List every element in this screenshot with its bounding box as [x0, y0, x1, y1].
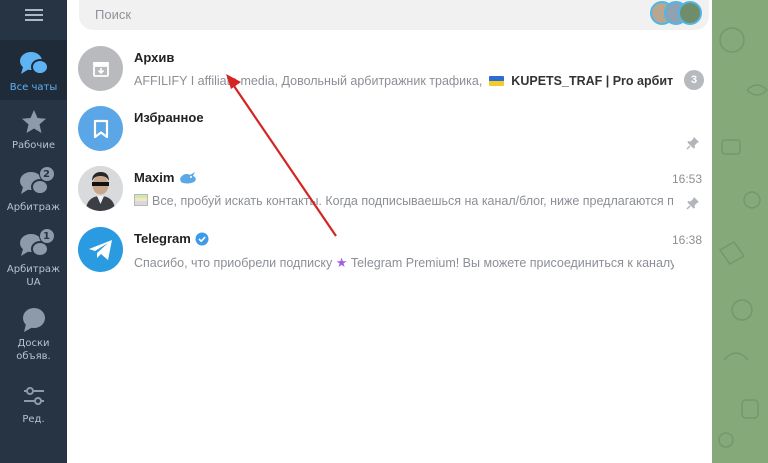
chat-time: 16:38	[671, 233, 702, 247]
folder-label: Ред.	[22, 414, 45, 425]
search-input[interactable]: Поиск	[79, 0, 709, 30]
chat-name: Telegram	[134, 231, 209, 246]
ukraine-flag-icon	[488, 76, 504, 86]
chat-telegram[interactable]: Telegram 16:38 Спасибо, что приобрели по…	[67, 221, 712, 281]
image-thumbnail-icon	[134, 194, 148, 206]
unread-badge: 1	[38, 228, 55, 244]
search-placeholder: Поиск	[95, 7, 132, 22]
story-avatar[interactable]	[678, 1, 702, 25]
pin-icon	[686, 196, 700, 210]
archive-avatar	[78, 46, 123, 91]
bookmark-icon	[93, 119, 108, 138]
verified-icon	[195, 232, 209, 245]
chat-name: Maxim	[134, 170, 198, 185]
folder-label: Рабочие	[11, 140, 55, 151]
folder-label: Доски объяв.	[16, 338, 51, 362]
chat-time: 16:53	[671, 172, 702, 186]
chat-list-panel: Поиск Архив AFFILIFY I affiliate media, …	[67, 0, 712, 463]
premium-star-icon: ★	[335, 255, 348, 270]
chat-preview-part: Telegram Premium! Вы можете присоединить…	[350, 256, 674, 270]
chat-archive[interactable]: Архив AFFILIFY I affiliate media, Доволь…	[67, 40, 712, 100]
chat-bubble-icon	[19, 306, 49, 334]
menu-button[interactable]	[0, 0, 67, 30]
chat-name: Избранное	[134, 110, 204, 125]
chat-name: Архив	[134, 50, 175, 65]
premium-bird-icon	[180, 171, 197, 183]
archive-icon	[92, 61, 109, 77]
chats-icon: 1	[19, 228, 55, 260]
maxim-avatar	[78, 166, 123, 211]
star-icon	[19, 108, 49, 136]
chat-maxim[interactable]: Maxim 16:53 Все, пробуй искать контакты.…	[67, 160, 712, 220]
folder-all-chats[interactable]: Все чаты	[0, 40, 67, 100]
chats-icon: 2	[19, 166, 55, 198]
telegram-avatar	[78, 227, 123, 272]
pin-icon	[686, 136, 700, 150]
hamburger-icon	[24, 9, 43, 21]
chat-preview-text: Все, пробуй искать контакты. Когда подпи…	[152, 194, 674, 208]
folder-arbitrage[interactable]: 2 Арбитраж	[0, 166, 67, 220]
chat-preview: Все, пробуй искать контакты. Когда подпи…	[134, 194, 674, 208]
folder-label: Арбитраж	[6, 202, 61, 213]
chat-name-text: Telegram	[134, 231, 191, 246]
folder-label: Арбитраж UA	[6, 264, 61, 288]
sliders-icon	[19, 382, 49, 410]
stories-avatars[interactable]	[650, 1, 704, 27]
folder-edit[interactable]: Ред.	[0, 382, 67, 432]
chat-name-text: Maxim	[134, 170, 175, 185]
folder-boards[interactable]: Доски объяв.	[0, 306, 67, 368]
folder-work[interactable]: Рабочие	[0, 108, 67, 158]
chat-preview-part: KUPETS_TRAF | Pro арбитраж	[511, 74, 674, 88]
chat-preview-part: Спасибо, что приобрели подписку	[134, 256, 333, 270]
chat-wallpaper	[712, 0, 768, 463]
chats-icon	[19, 50, 49, 78]
folder-arbitrage-ua[interactable]: 1 Арбитраж UA	[0, 228, 67, 294]
person-photo-icon	[78, 166, 123, 211]
search-row: Поиск	[67, 0, 712, 34]
chat-preview: AFFILIFY I affiliate media, Довольный ар…	[134, 74, 674, 88]
chat-preview-part: AFFILIFY I affiliate media, Довольный ар…	[134, 74, 483, 88]
chat-preview: Спасибо, что приобрели подписку ★ Telegr…	[134, 255, 674, 271]
folder-sidebar: Все чаты Рабочие 2 Арбитраж 1 Арбитраж U…	[0, 0, 67, 463]
chat-saved-messages[interactable]: Избранное	[67, 100, 712, 160]
saved-messages-avatar	[78, 106, 123, 151]
telegram-logo-icon	[88, 239, 112, 260]
folder-label: Все чаты	[9, 82, 58, 93]
unread-badge: 2	[38, 166, 55, 182]
unread-count: 3	[684, 70, 704, 90]
